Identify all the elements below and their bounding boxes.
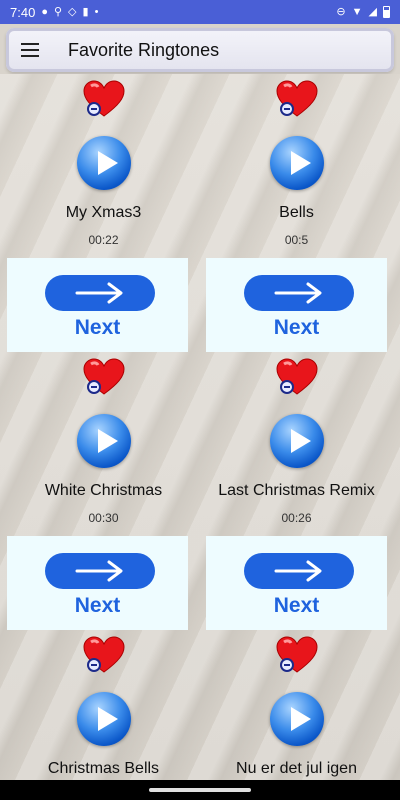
ad-cell: Next xyxy=(7,258,200,352)
ad-label: Next xyxy=(74,594,121,617)
ringtone-duration: 00:30 xyxy=(88,511,119,525)
favorite-heart-icon[interactable] xyxy=(275,358,318,396)
remove-favorite-icon[interactable] xyxy=(279,102,294,116)
sd-card-icon: ▮ xyxy=(82,5,89,18)
ringtone-name: Nu er det jul igen xyxy=(236,760,357,777)
page-title: Favorite Ringtones xyxy=(68,39,220,60)
play-button[interactable] xyxy=(76,692,131,746)
dot-icon: • xyxy=(94,5,99,18)
wifi-icon: ▼ xyxy=(351,5,363,18)
remove-favorite-icon[interactable] xyxy=(279,658,294,672)
ringtone-list[interactable]: My Xmas3 00:22 Bells 00:5 Next Next Whit… xyxy=(0,74,400,780)
arrow-right-icon xyxy=(244,275,354,311)
ringtone-item: My Xmas3 00:22 xyxy=(7,74,200,258)
remove-favorite-icon[interactable] xyxy=(86,658,101,672)
ringtone-name: Bells xyxy=(279,204,314,221)
ringtone-name: Christmas Bells xyxy=(47,760,160,777)
play-button[interactable] xyxy=(269,136,324,190)
ad-banner[interactable]: Next xyxy=(7,536,188,630)
system-nav-bar xyxy=(0,780,400,800)
chat-icon: ● xyxy=(41,5,48,18)
ringtone-duration: 00:5 xyxy=(284,233,309,247)
shield-icon: ◇ xyxy=(68,5,77,18)
arrow-right-icon xyxy=(45,553,155,589)
play-button[interactable] xyxy=(269,692,324,746)
remove-favorite-icon[interactable] xyxy=(279,380,294,394)
ad-banner[interactable]: Next xyxy=(206,536,387,630)
arrow-right-icon xyxy=(244,553,354,589)
remove-favorite-icon[interactable] xyxy=(86,102,101,116)
ringtone-duration: 00:22 xyxy=(88,233,119,247)
ringtone-item: Last Christmas Remix 00:26 xyxy=(200,352,393,536)
favorite-heart-icon[interactable] xyxy=(275,80,318,118)
ad-cell: Next xyxy=(200,536,393,630)
ad-label: Next xyxy=(273,594,320,617)
usb-icon: ⚲ xyxy=(53,5,63,18)
favorite-heart-icon[interactable] xyxy=(82,358,125,396)
ringtone-name: Last Christmas Remix xyxy=(218,482,375,499)
favorite-heart-icon[interactable] xyxy=(275,636,318,674)
signal-icon: ◢ xyxy=(368,5,377,18)
ringtone-duration: 00:26 xyxy=(281,511,312,525)
ringtone-item: Bells 00:5 xyxy=(200,74,393,258)
ringtone-item: Christmas Bells xyxy=(7,630,200,780)
ringtone-item: White Christmas 00:30 xyxy=(7,352,200,536)
favorite-heart-icon[interactable] xyxy=(82,636,125,674)
status-bar: 7:40 ● ⚲ ◇ ▮ • ⊖ ▼ ◢ xyxy=(0,0,400,24)
ad-banner[interactable]: Next xyxy=(206,258,387,352)
remove-favorite-icon[interactable] xyxy=(86,380,101,394)
app-toolbar: Favorite Ringtones xyxy=(6,28,394,72)
ad-label: Next xyxy=(273,316,320,339)
hamburger-icon[interactable] xyxy=(10,30,50,70)
ringtone-name: White Christmas xyxy=(44,482,163,499)
ringtone-name: My Xmas3 xyxy=(65,204,142,221)
do-not-disturb-icon: ⊖ xyxy=(336,5,346,18)
ad-banner[interactable]: Next xyxy=(7,258,188,352)
favorite-heart-icon[interactable] xyxy=(82,80,125,118)
play-button[interactable] xyxy=(76,136,131,190)
arrow-right-icon xyxy=(45,275,155,311)
play-button[interactable] xyxy=(269,414,324,468)
home-gesture-handle[interactable] xyxy=(149,788,251,792)
battery-icon xyxy=(383,6,390,18)
status-time: 7:40 xyxy=(10,4,36,20)
ad-label: Next xyxy=(74,316,121,339)
ad-cell: Next xyxy=(200,258,393,352)
ringtone-item: Nu er det jul igen xyxy=(200,630,393,780)
play-button[interactable] xyxy=(76,414,131,468)
ad-cell: Next xyxy=(7,536,200,630)
